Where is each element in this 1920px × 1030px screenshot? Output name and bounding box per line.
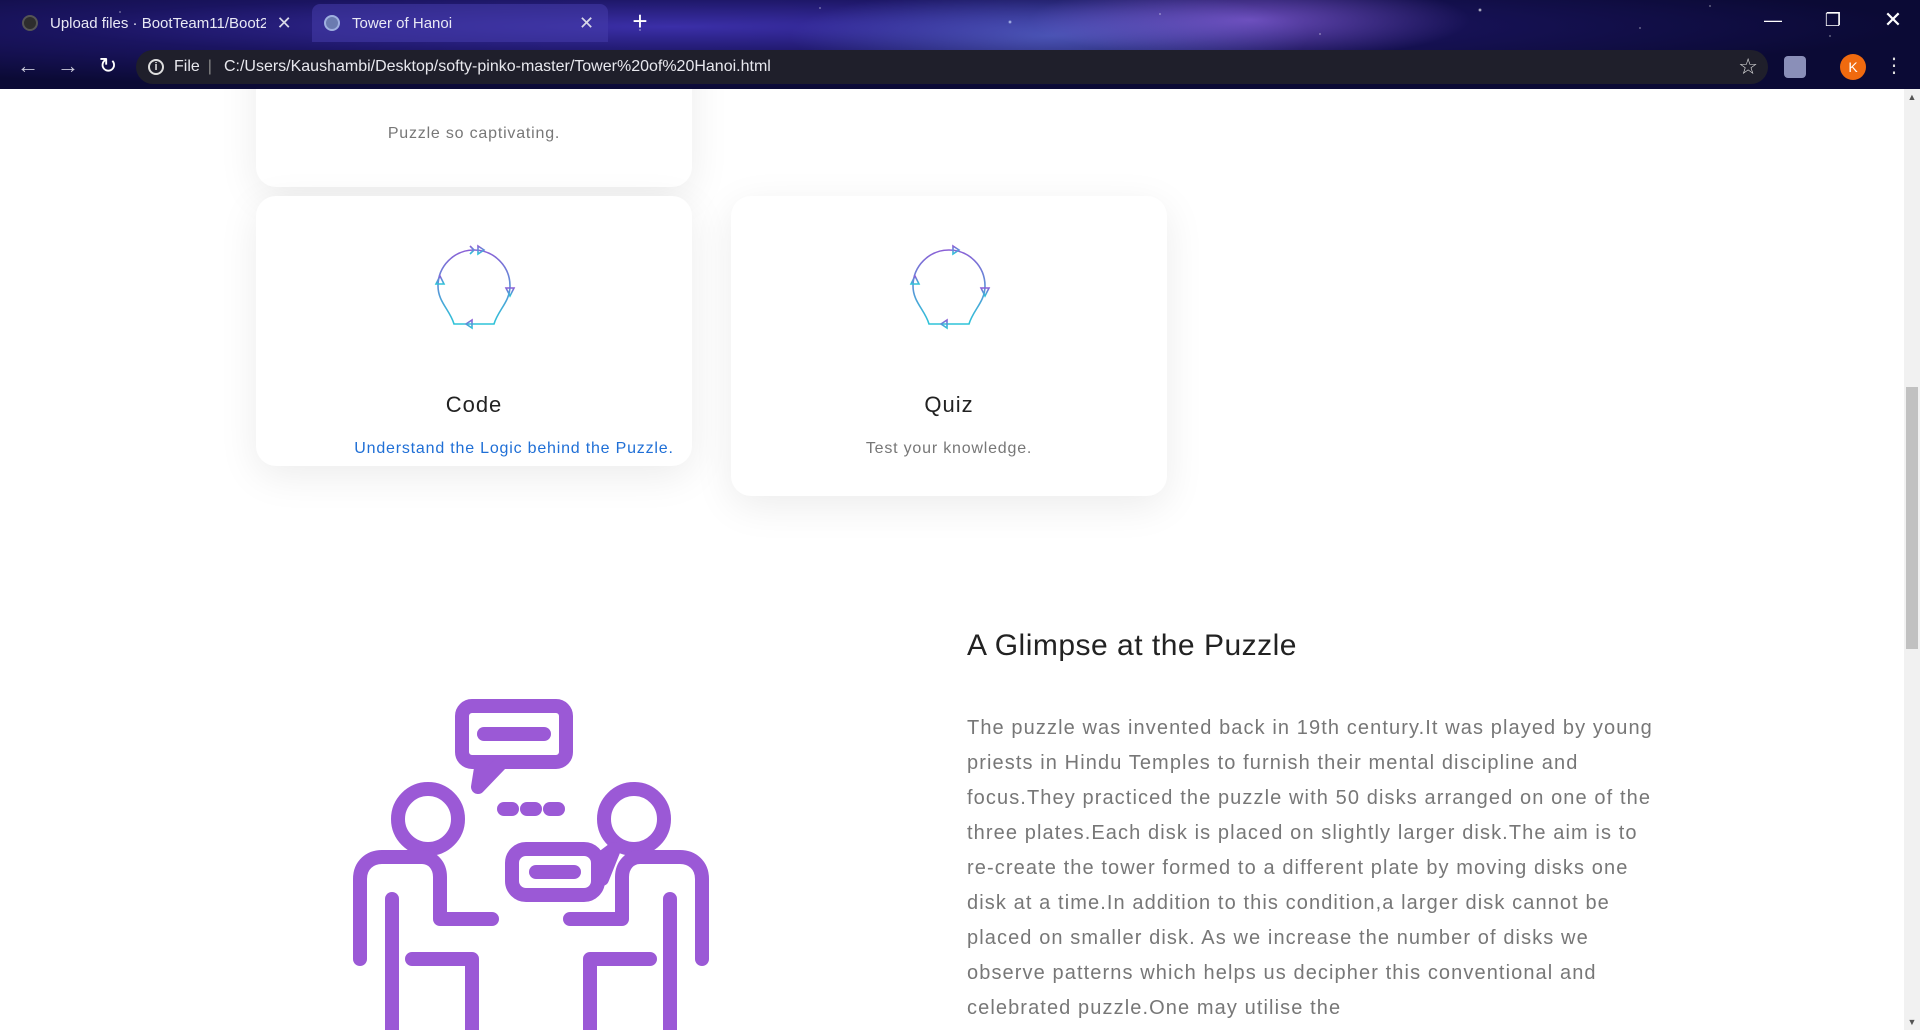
vertical-scrollbar[interactable]: ▲ ▼: [1904, 89, 1920, 1030]
url-scheme: File: [174, 58, 200, 75]
profile-avatar[interactable]: K: [1840, 54, 1866, 80]
github-icon: [22, 15, 38, 31]
close-icon[interactable]: ✕: [577, 13, 596, 34]
bookmark-star-icon[interactable]: ☆: [1738, 54, 1758, 80]
lightbulb-cycle-icon: [909, 244, 991, 355]
tab-title: Tower of Hanoi: [352, 14, 453, 32]
globe-icon: [324, 15, 340, 31]
browser-chrome: Upload files · BootTeam11/Boot2 ✕ Tower …: [0, 0, 1920, 89]
window-close-icon[interactable]: ✕: [1866, 2, 1920, 38]
card-title: Quiz: [924, 392, 974, 417]
close-icon[interactable]: ✕: [274, 13, 294, 34]
card-description: Puzzle so captivating.: [387, 125, 561, 142]
reload-icon[interactable]: ↻: [92, 50, 124, 82]
card-link[interactable]: Understand the Logic behind the Puzzle.: [256, 440, 692, 458]
menu-dots-icon[interactable]: ⋮: [1884, 54, 1904, 80]
toolbar: ← → ↻ i File | C:/Users/Kaushambi/Deskto…: [0, 44, 1920, 89]
back-arrow-icon[interactable]: ←: [12, 50, 44, 82]
restore-icon[interactable]: ❐: [1806, 2, 1860, 38]
forward-arrow-icon[interactable]: →: [52, 50, 84, 82]
page-content: Puzzle so captivating. Code Understand t…: [0, 89, 1904, 1030]
card-description: Test your knowledge.: [865, 440, 1033, 457]
section-body-text: The puzzle was invented back in 19th cen…: [967, 717, 1653, 1019]
tab-title: Upload files · BootTeam11/Boot2: [50, 14, 267, 32]
tab-tower-of-hanoi[interactable]: Tower of Hanoi ✕: [312, 4, 608, 42]
info-icon[interactable]: i: [148, 59, 164, 75]
section-title: A Glimpse at the Puzzle: [967, 629, 1297, 662]
scroll-thumb[interactable]: [1906, 387, 1918, 649]
scroll-up-icon[interactable]: ▲: [1904, 89, 1920, 105]
feature-card-quiz[interactable]: Quiz Test your knowledge.: [731, 196, 1167, 496]
scroll-down-icon[interactable]: ▼: [1904, 1014, 1920, 1030]
feature-card-top: Puzzle so captivating.: [256, 89, 692, 187]
lightbulb-cycle-icon: [434, 244, 516, 355]
address-bar[interactable]: i File | C:/Users/Kaushambi/Desktop/soft…: [136, 50, 1768, 84]
tab-upload-files[interactable]: Upload files · BootTeam11/Boot2 ✕: [10, 4, 306, 42]
card-title: Code: [445, 392, 503, 417]
url-separator: |: [207, 58, 212, 75]
extension-icon[interactable]: [1784, 56, 1806, 78]
minimize-icon[interactable]: —: [1746, 2, 1800, 38]
people-discussion-icon: [353, 699, 709, 1030]
feature-card-code[interactable]: Code Understand the Logic behind the Puz…: [256, 196, 692, 466]
new-tab-button[interactable]: +: [624, 6, 656, 38]
url-text[interactable]: C:/Users/Kaushambi/Desktop/softy-pinko-m…: [224, 58, 771, 76]
